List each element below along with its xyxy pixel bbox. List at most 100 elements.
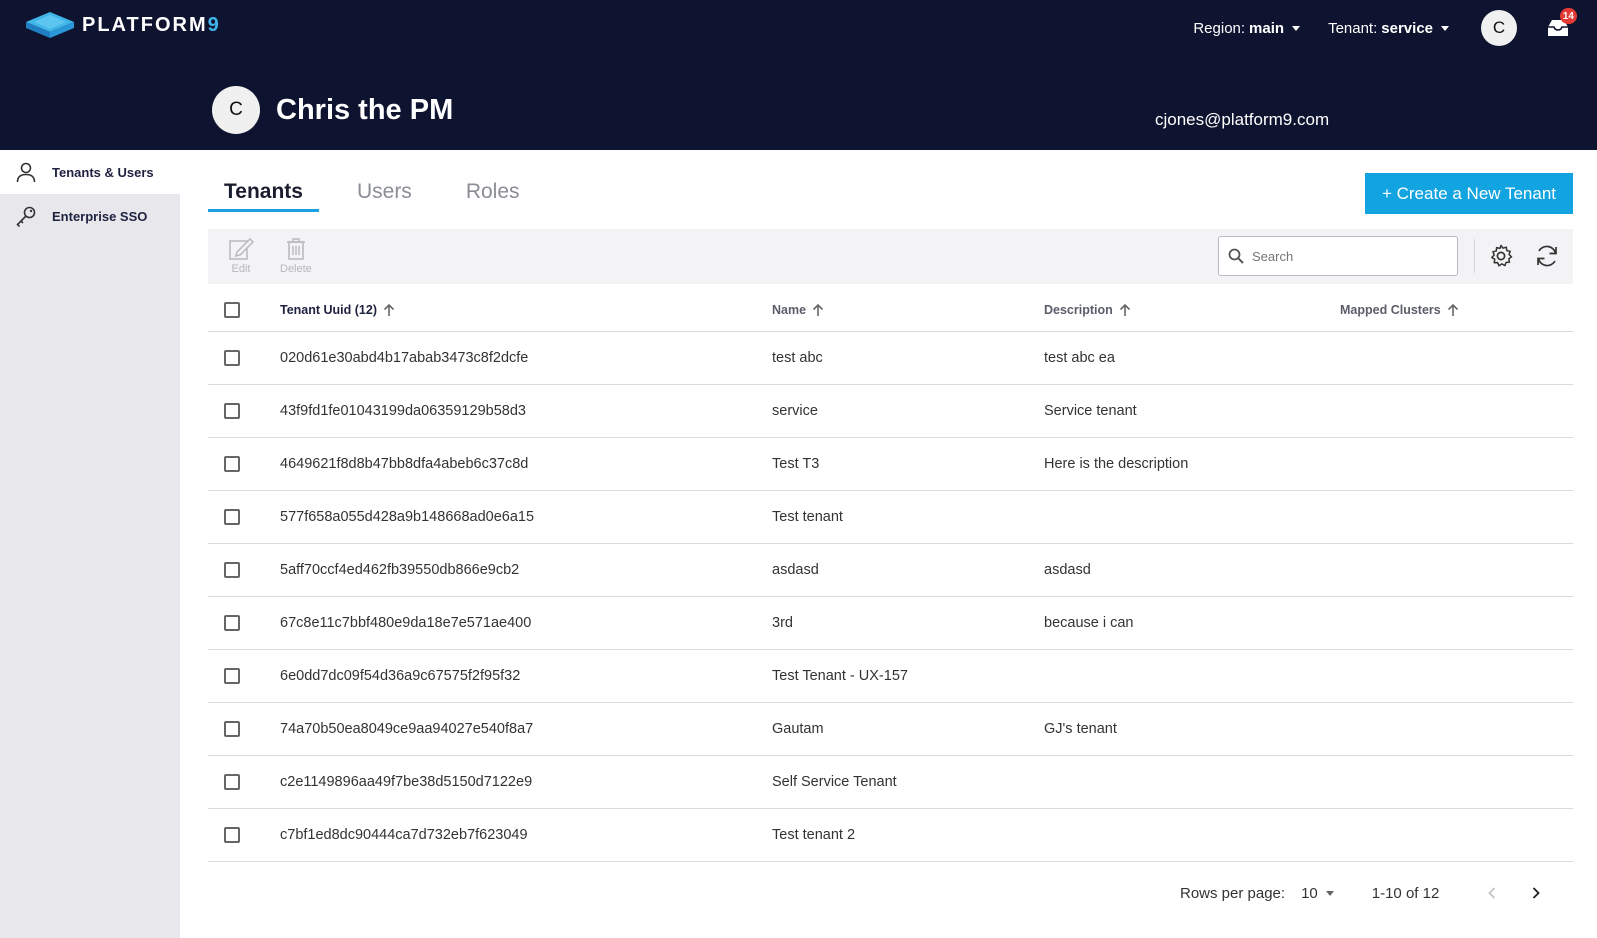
chevron-down-icon: [1441, 25, 1449, 31]
rows-per-page-select[interactable]: 10: [1301, 885, 1334, 902]
toolbar-divider: [1474, 239, 1475, 273]
tenant-description: Service tenant: [1044, 403, 1137, 419]
tenant-name: test abc: [772, 350, 823, 366]
row-checkbox[interactable]: [224, 562, 240, 578]
sidebar-item-label: Tenants & Users: [52, 164, 154, 180]
top-header: PLATFORM9 Region: main Tenant: service C…: [0, 0, 1597, 150]
column-header-label: Name: [772, 302, 807, 317]
tenant-name: Test Tenant - UX-157: [772, 668, 908, 684]
row-checkbox[interactable]: [224, 350, 240, 366]
tenant-name: Test tenant: [772, 509, 843, 525]
row-checkbox[interactable]: [224, 615, 240, 631]
column-header-description[interactable]: Description: [1044, 288, 1131, 331]
user-icon: [14, 160, 38, 184]
tenant-name: Self Service Tenant: [772, 774, 897, 790]
table-row[interactable]: c2e1149896aa49f7be38d5150d7122e9 Self Se…: [208, 756, 1573, 809]
chevron-down-icon: [1325, 890, 1334, 896]
table-row[interactable]: c7bf1ed8dc90444ca7d732eb7f623049 Test te…: [208, 809, 1573, 862]
notification-badge: 14: [1559, 8, 1577, 24]
sidebar-item-tenants-users[interactable]: Tenants & Users: [0, 150, 180, 194]
sidebar: Tenants & Users Enterprise SSO: [0, 150, 180, 938]
sidebar-item-enterprise-sso[interactable]: Enterprise SSO: [0, 194, 180, 238]
tenant-label: Tenant:: [1328, 19, 1378, 37]
tab-bar: Tenants Users Roles: [208, 170, 558, 212]
table-row[interactable]: 020d61e30abd4b17abab3473c8f2dcfe test ab…: [208, 332, 1573, 385]
table-row[interactable]: 577f658a055d428a9b148668ad0e6a15 Test te…: [208, 491, 1573, 544]
tab-users[interactable]: Users: [341, 170, 428, 212]
tenant-name: Test tenant 2: [772, 827, 856, 843]
column-header-label: Description: [1044, 302, 1113, 317]
tenant-description: asdasd: [1044, 562, 1091, 578]
chevron-down-icon: [1292, 25, 1301, 31]
tenant-name: Test T3: [772, 456, 820, 472]
gear-icon[interactable]: [1488, 243, 1514, 269]
region-label: Region:: [1193, 19, 1246, 37]
column-header-label: Tenant Uuid (12): [280, 302, 377, 317]
rows-per-page-value: 10: [1301, 884, 1318, 902]
tenant-uuid: 4649621f8d8b47bb8dfa4abeb6c37c8d: [280, 456, 529, 472]
tenant-name: service: [772, 403, 818, 419]
column-header-name[interactable]: Name: [772, 288, 824, 331]
tenant-uuid: 6e0dd7dc09f54d36a9c67575f2f95f32: [280, 668, 521, 684]
region-selector[interactable]: Region: main: [1193, 19, 1301, 37]
row-checkbox[interactable]: [224, 774, 240, 790]
search-box[interactable]: [1218, 236, 1458, 276]
user-avatar[interactable]: C: [1481, 10, 1517, 46]
tenant-uuid: 67c8e11c7bbf480e9da18e7e571ae400: [280, 615, 532, 631]
sort-arrow-up-icon: [812, 303, 824, 316]
select-all-checkbox[interactable]: [224, 301, 240, 318]
tenant-value: service: [1381, 19, 1433, 37]
edit-button[interactable]: Edit: [228, 237, 254, 275]
row-checkbox[interactable]: [224, 668, 240, 684]
notifications-button[interactable]: 14: [1545, 8, 1577, 39]
tenant-name: 3rd: [772, 615, 793, 631]
search-input[interactable]: [1252, 248, 1442, 264]
tenant-uuid: 43f9fd1fe01043199da06359129b58d3: [280, 403, 526, 419]
tenant-description: GJ's tenant: [1044, 721, 1117, 737]
chevron-right-icon: [1533, 887, 1541, 899]
table-row[interactable]: 74a70b50ea8049ce9aa94027e540f8a7 Gautam …: [208, 703, 1573, 756]
row-checkbox[interactable]: [224, 721, 240, 737]
tenant-selector[interactable]: Tenant: service: [1328, 20, 1449, 37]
row-checkbox[interactable]: [224, 509, 240, 525]
row-checkbox[interactable]: [224, 456, 240, 472]
tenant-description: because i can: [1044, 615, 1134, 631]
column-header-mapped-clusters[interactable]: Mapped Clusters: [1340, 288, 1459, 331]
tenant-uuid: 577f658a055d428a9b148668ad0e6a15: [280, 509, 535, 525]
previous-page-button[interactable]: [1477, 878, 1507, 908]
column-header-label: Mapped Clusters: [1340, 302, 1441, 317]
table-row[interactable]: 5aff70ccf4ed462fb39550db866e9cb2 asdasd …: [208, 544, 1573, 597]
tenant-description: test abc ea: [1044, 350, 1115, 366]
rows-per-page-label: Rows per page:: [1180, 884, 1286, 902]
tenant-name: asdasd: [772, 562, 819, 578]
search-icon: [1228, 248, 1244, 264]
profile-name: Chris the PM: [276, 94, 454, 126]
page-range: 1-10 of 12: [1371, 884, 1440, 902]
create-tenant-button[interactable]: + Create a New Tenant: [1365, 173, 1573, 214]
sort-arrow-up-icon: [1119, 303, 1130, 316]
tab-tenants[interactable]: Tenants: [208, 170, 319, 212]
tenant-uuid: c2e1149896aa49f7be38d5150d7122e9: [280, 774, 533, 790]
table-row[interactable]: 6e0dd7dc09f54d36a9c67575f2f95f32 Test Te…: [208, 650, 1573, 703]
edit-label: Edit: [231, 263, 251, 275]
row-checkbox[interactable]: [224, 827, 240, 843]
table-header-row: Tenant Uuid (12) Name Description Mapped…: [208, 288, 1573, 332]
tenant-description: Here is the description: [1044, 456, 1189, 472]
table-row[interactable]: 67c8e11c7bbf480e9da18e7e571ae400 3rd bec…: [208, 597, 1573, 650]
column-header-uuid[interactable]: Tenant Uuid (12): [280, 288, 395, 331]
tab-roles[interactable]: Roles: [450, 170, 536, 212]
delete-label: Delete: [280, 263, 312, 275]
sort-arrow-up-icon: [1447, 303, 1458, 316]
chevron-left-icon: [1488, 887, 1496, 899]
refresh-icon[interactable]: [1534, 243, 1560, 269]
table-row[interactable]: 43f9fd1fe01043199da06359129b58d3 service…: [208, 385, 1573, 438]
platform9-logo[interactable]: PLATFORM9: [24, 10, 221, 40]
sort-arrow-up-icon: [383, 303, 395, 316]
next-page-button[interactable]: [1521, 878, 1551, 908]
delete-button[interactable]: Delete: [280, 237, 312, 275]
profile-avatar: C: [212, 86, 260, 134]
table-row[interactable]: 4649621f8d8b47bb8dfa4abeb6c37c8d Test T3…: [208, 438, 1573, 491]
profile-email: cjones@platform9.com: [1155, 110, 1330, 129]
row-checkbox[interactable]: [224, 403, 240, 419]
tenant-name: Gautam: [772, 721, 824, 737]
